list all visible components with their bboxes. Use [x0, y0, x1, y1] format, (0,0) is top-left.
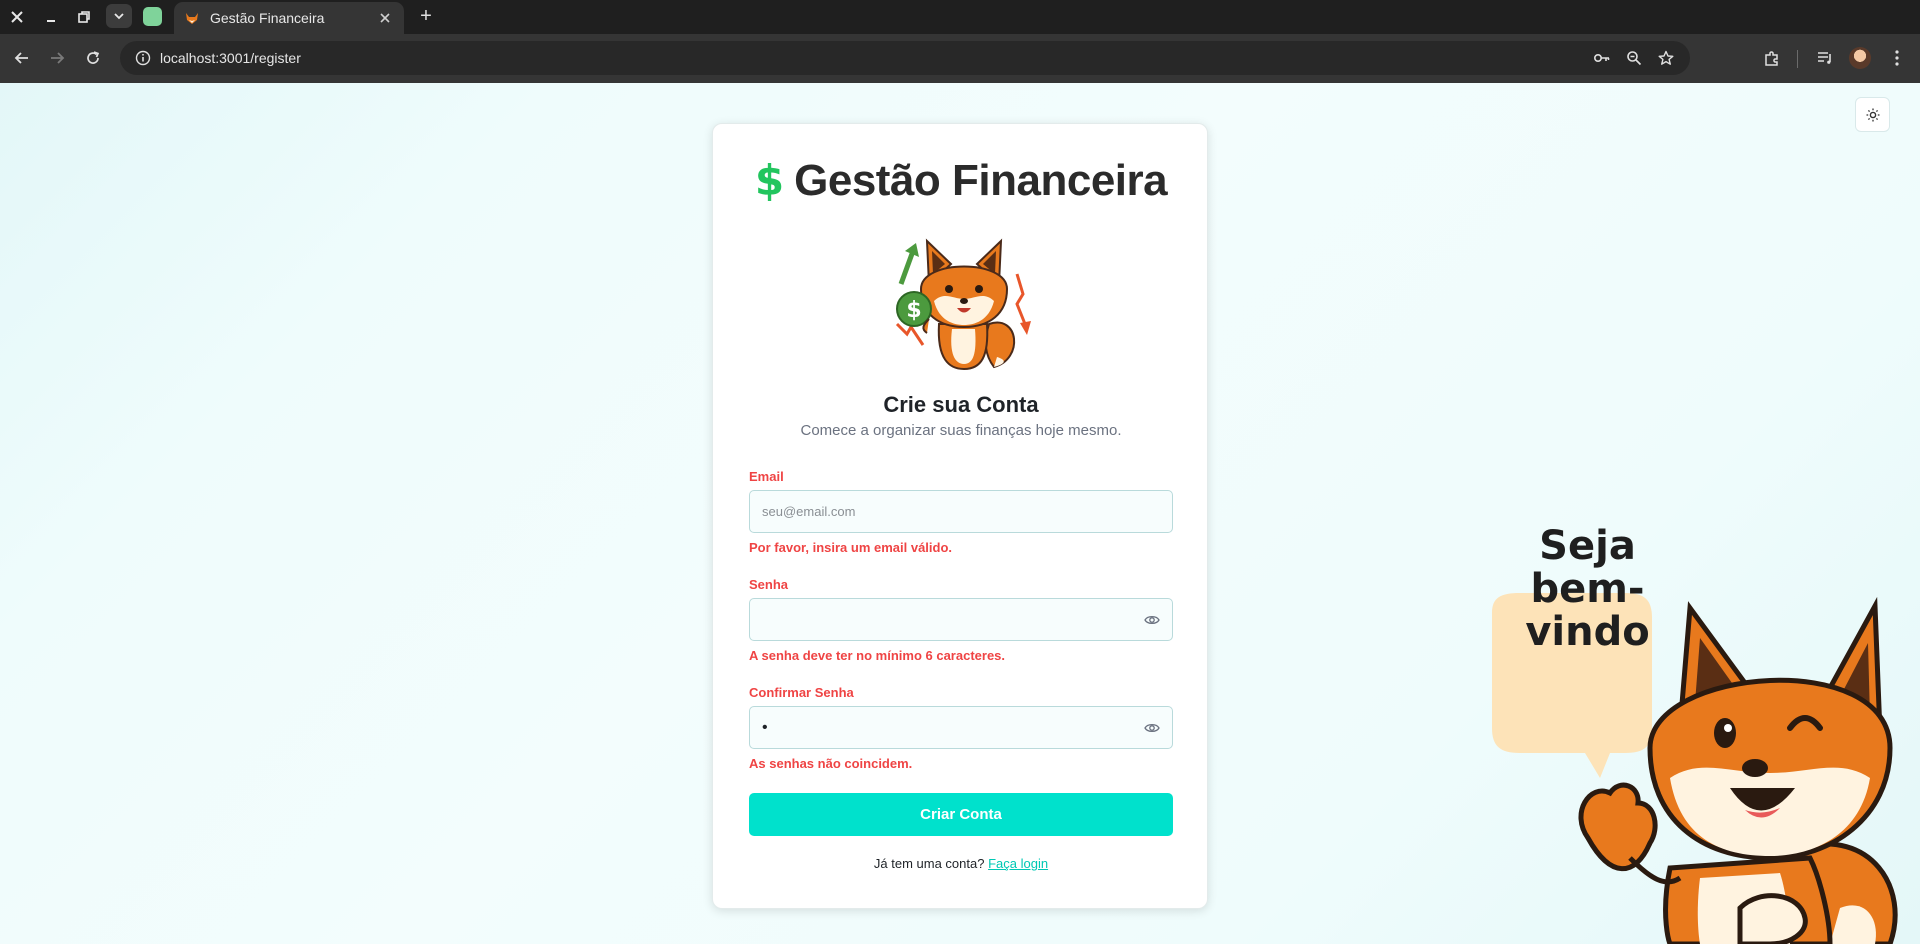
back-arrow-icon[interactable] — [10, 46, 34, 70]
zoom-icon[interactable] — [1622, 46, 1646, 70]
theme-toggle-button[interactable] — [1855, 97, 1890, 132]
bookmark-star-icon[interactable] — [1654, 46, 1678, 70]
login-prompt: Já tem uma conta? Faça login — [713, 856, 1209, 871]
create-account-button[interactable]: Criar Conta — [749, 793, 1173, 836]
url-text[interactable]: localhost:3001/register — [160, 50, 301, 66]
welcome-bubble-text: Seja bem- vindo — [1510, 525, 1665, 654]
reload-icon[interactable] — [81, 46, 105, 70]
register-card: $ Gestão Financeira $ Crie sua Conta Com… — [712, 123, 1208, 909]
password-label: Senha — [749, 577, 789, 592]
register-page: $ Gestão Financeira $ Crie sua Conta Com… — [0, 83, 1920, 944]
page-subheading: Comece a organizar suas finanças hoje me… — [800, 422, 1122, 439]
email-input[interactable]: seu@email.com — [749, 490, 1173, 533]
svg-text:$: $ — [906, 298, 921, 323]
extensions-icon[interactable] — [1760, 46, 1784, 70]
email-label: Email — [749, 469, 784, 484]
welcome-line-1: Seja — [1539, 523, 1636, 569]
confirm-password-input[interactable]: • — [749, 706, 1173, 749]
dollar-icon: $ — [754, 156, 785, 205]
sun-icon — [1866, 108, 1879, 121]
tab-search-button[interactable] — [106, 4, 132, 28]
tab-title: Gestão Financeira — [210, 10, 325, 26]
password-key-icon[interactable] — [1590, 46, 1614, 70]
password-input[interactable] — [749, 598, 1173, 641]
welcome-line-3: vindo — [1525, 609, 1650, 655]
tab-close-icon[interactable] — [376, 10, 394, 26]
confirm-password-label: Confirmar Senha — [749, 685, 854, 700]
fox-favicon-icon — [186, 13, 198, 24]
toolbar-divider — [1797, 50, 1798, 68]
new-tab-icon[interactable]: + — [414, 5, 438, 29]
welcome-line-2: bem- — [1530, 566, 1645, 612]
restore-window-icon[interactable] — [73, 6, 95, 28]
media-controls-icon[interactable] — [1813, 46, 1837, 70]
eye-icon[interactable] — [1144, 720, 1160, 736]
page-heading: Crie sua Conta — [883, 392, 1039, 417]
address-bar[interactable]: localhost:3001/register — [120, 41, 1690, 75]
site-info-icon[interactable] — [126, 50, 160, 66]
forward-arrow-icon[interactable] — [45, 46, 69, 70]
fox-mascot-illustration: $ — [895, 238, 1031, 371]
login-link[interactable]: Faça login — [988, 856, 1048, 871]
profile-avatar[interactable] — [1849, 47, 1871, 69]
browser-tab-bar: Gestão Financeira + — [0, 0, 1920, 34]
close-window-icon[interactable] — [6, 6, 28, 28]
email-placeholder: seu@email.com — [762, 504, 856, 519]
confirm-password-value: • — [762, 718, 768, 736]
brand-logo: $ Gestão Financeira — [749, 156, 1173, 206]
confirm-password-error-message: As senhas não coincidem. — [749, 756, 913, 771]
password-error-message: A senha deve ter no mínimo 6 caracteres. — [749, 648, 1006, 663]
browser-menu-icon[interactable] — [1885, 46, 1909, 70]
browser-toolbar: localhost:3001/register — [0, 34, 1920, 83]
chevron-down-icon — [114, 13, 124, 20]
eye-icon[interactable] — [1144, 612, 1160, 628]
brand-name: Gestão Financeira — [794, 156, 1168, 205]
active-tab[interactable]: Gestão Financeira — [174, 2, 404, 34]
tab-group-indicator[interactable] — [143, 7, 162, 26]
login-prompt-text: Já tem uma conta? — [873, 856, 985, 871]
email-error-message: Por favor, insira um email válido. — [749, 540, 953, 555]
minimize-window-icon[interactable] — [40, 6, 62, 28]
